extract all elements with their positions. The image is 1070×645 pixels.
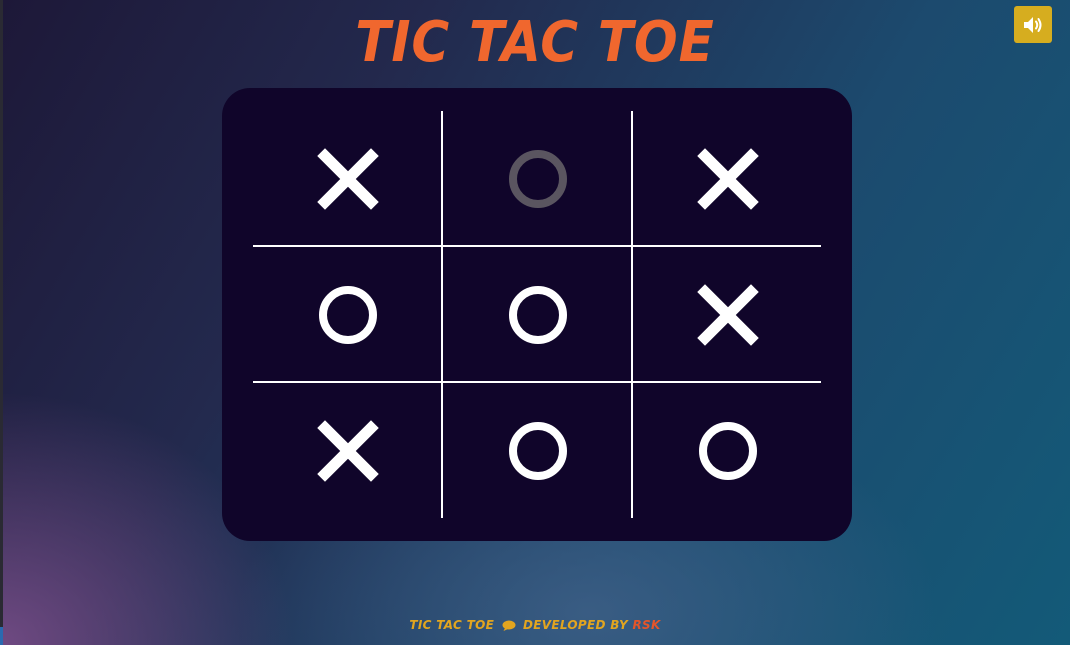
window-edge [0,0,3,645]
board-cell[interactable] [253,247,442,382]
footer-author-link[interactable]: RSK [633,618,661,632]
window-edge-accent [0,627,3,645]
game-board [222,88,852,541]
footer-app-name: TIC TAC TOE [409,618,495,632]
board-cell[interactable] [253,111,442,246]
o-mark-icon [318,285,377,344]
footer-developed-by: DEVELOPED BY [523,618,629,632]
footer-credit: TIC TAC TOE DEVELOPED BY RSK [0,618,1070,632]
x-mark-icon [696,283,759,346]
o-mark-icon [508,149,567,208]
page-title: TIC TAC TOE [355,10,715,75]
speaker-volume-icon [1024,16,1042,33]
o-mark-icon [508,285,567,344]
x-mark-icon [696,147,759,210]
board-cell[interactable] [443,383,632,518]
x-mark-icon [316,419,379,482]
board-cell[interactable] [253,383,442,518]
board-cell[interactable] [633,247,822,382]
board-cell[interactable] [633,111,822,246]
chat-bubble-icon [502,620,516,631]
board-cell[interactable] [443,247,632,382]
x-mark-icon [316,147,379,210]
board-cell[interactable] [443,111,632,246]
sound-toggle-button[interactable] [1014,6,1052,43]
o-mark-icon [698,421,757,480]
board-cell[interactable] [633,383,822,518]
o-mark-icon [508,421,567,480]
